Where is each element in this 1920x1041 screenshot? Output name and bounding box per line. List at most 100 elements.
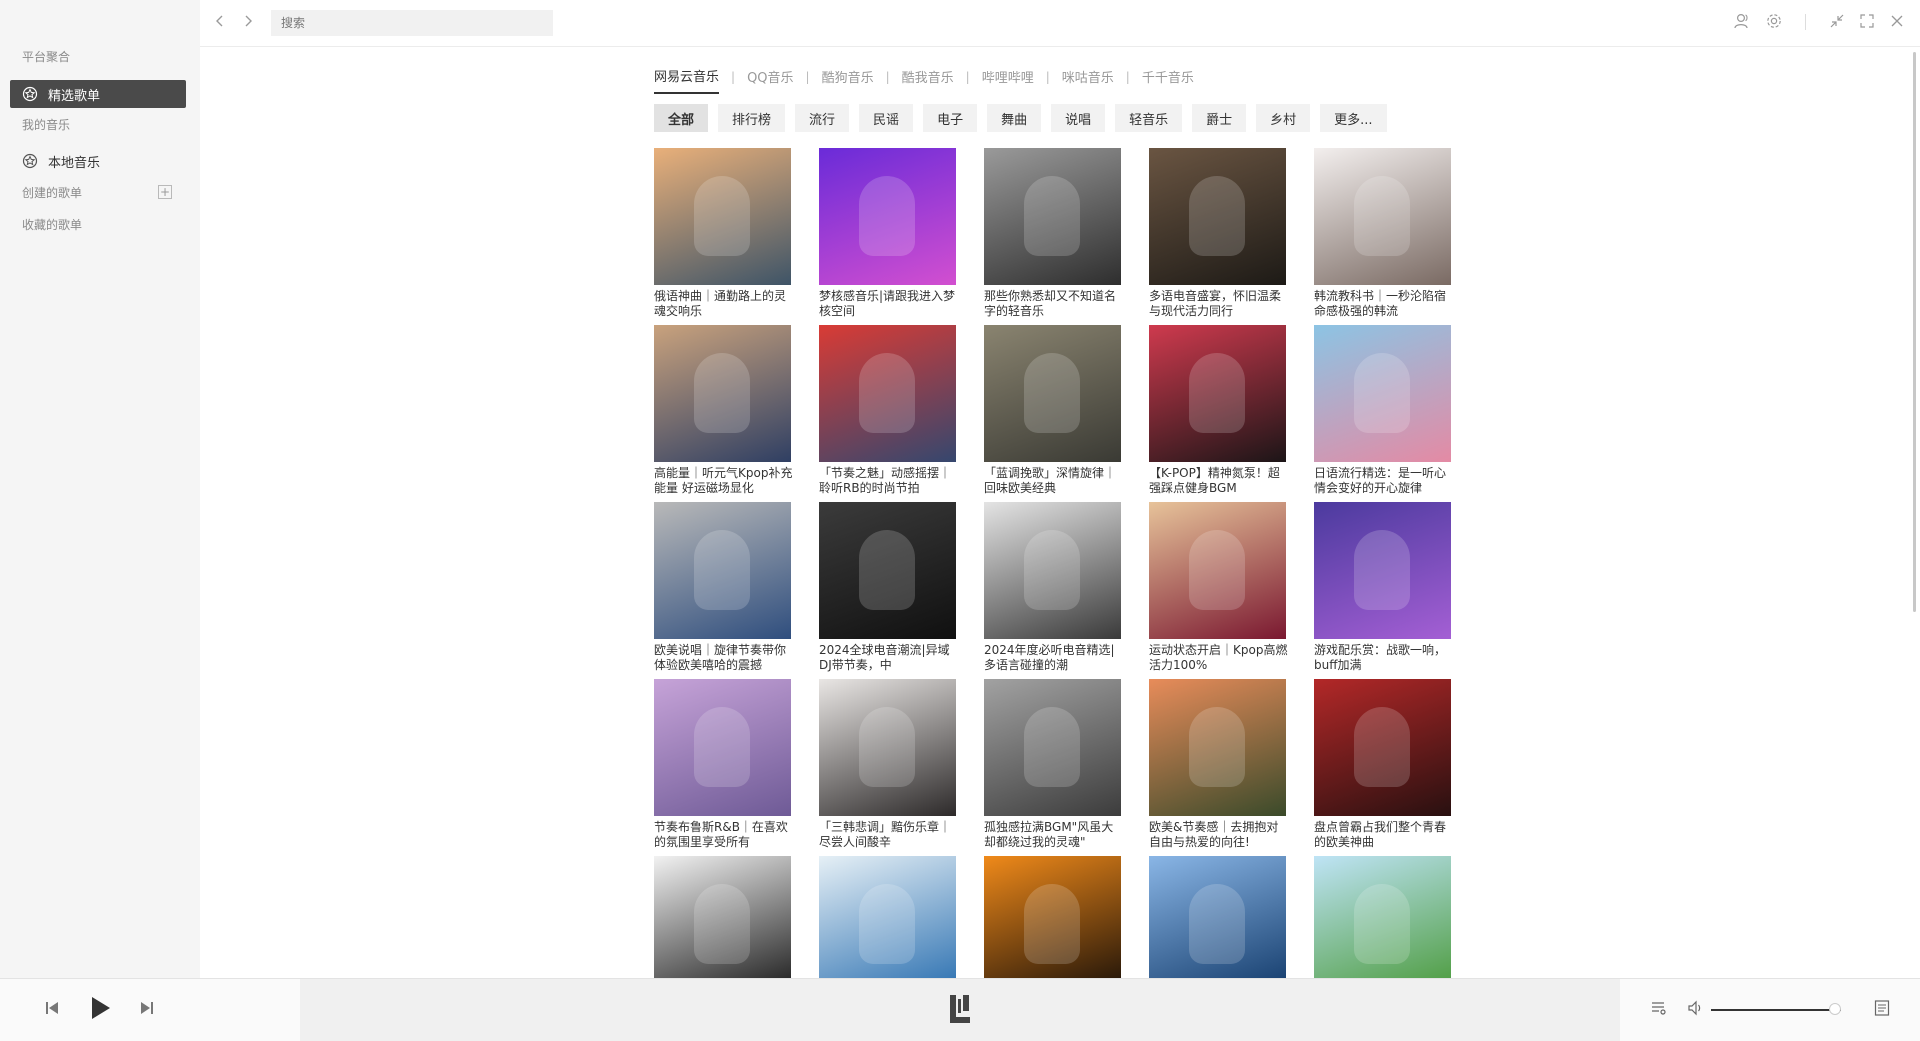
playlist-card[interactable]: 游戏配乐赏：战歌一响，buff加满	[1314, 502, 1451, 673]
playlist-card[interactable]: 高能量｜听元气Kpop补充能量 好运磁场显化	[654, 325, 794, 496]
playlist-card[interactable]: 「蓝调挽歌」深情旋律｜回味欧美经典	[984, 325, 1121, 496]
playlist-card[interactable]: 盘点曾霸占我们整个青春的欧美神曲	[1314, 679, 1451, 850]
playlist-cover[interactable]	[1314, 679, 1451, 816]
playlist-cover[interactable]	[984, 679, 1121, 816]
tab-platform-kuwo[interactable]: 酷我音乐	[902, 67, 954, 93]
playlist-cover[interactable]	[1149, 502, 1286, 639]
category-chip[interactable]: 说唱	[1051, 104, 1106, 132]
playlist-card[interactable]: 2024全球电音潮流|异域DJ带节奏，中	[819, 502, 956, 673]
playlist-card[interactable]: 【K-POP】精神氮泵！超强踩点健身BGM	[1149, 325, 1286, 496]
category-chip[interactable]: 全部	[654, 104, 709, 132]
playlist-cover[interactable]	[984, 325, 1121, 462]
playlist-title[interactable]: 「三韩悲调」黯伤乐章｜尽尝人间酸辛	[819, 820, 959, 850]
playlist-title[interactable]: 多语电音盛宴，怀旧温柔与现代活力同行	[1149, 289, 1289, 319]
playlist-title[interactable]: 俄语神曲｜通勤路上的灵魂交响乐	[654, 289, 794, 319]
playlist-card[interactable]: 「节奏之魅」动感摇摆｜聆听RB的时尚节拍	[819, 325, 956, 496]
playlist-title[interactable]: 「节奏之魅」动感摇摆｜聆听RB的时尚节拍	[819, 466, 959, 496]
tab-platform-kugou[interactable]: 酷狗音乐	[822, 67, 874, 93]
sidebar-item-local[interactable]: 本地音乐	[10, 147, 186, 175]
playlist-title[interactable]: 韩流教科书｜一秒沦陷宿命感极强的韩流	[1314, 289, 1454, 319]
playlist-cover[interactable]	[1149, 148, 1286, 285]
tab-platform-qq[interactable]: QQ音乐	[747, 67, 793, 93]
playlist-cover[interactable]	[819, 502, 956, 639]
forward-icon[interactable]	[240, 13, 256, 29]
back-icon[interactable]	[212, 13, 228, 29]
playlist-card[interactable]: 孤独感拉满BGM"风虽大却都绕过我的灵魂"	[984, 679, 1121, 850]
playlist-cover[interactable]	[819, 856, 956, 993]
playlist-title[interactable]: 运动状态开启｜Kpop高燃活力100%	[1149, 643, 1289, 673]
playlist-card[interactable]: 运动状态开启｜Kpop高燃活力100%	[1149, 502, 1289, 673]
playlist-cover[interactable]	[654, 856, 791, 993]
tab-platform-bilibili[interactable]: 哔哩哔哩	[982, 67, 1034, 93]
search-input[interactable]	[271, 10, 553, 36]
playlist-cover[interactable]	[984, 502, 1121, 639]
next-icon[interactable]	[138, 999, 156, 1017]
playlist-title[interactable]: 【K-POP】精神氮泵！超强踩点健身BGM	[1149, 466, 1289, 496]
playlist-cover[interactable]	[654, 148, 791, 285]
playlist-card[interactable]: 梦核感音乐|请跟我进入梦核空间	[819, 148, 956, 319]
volume-slider-handle[interactable]	[1828, 1003, 1841, 1015]
playlist-card[interactable]: 2024年度必听电音精选|多语言碰撞的潮	[984, 502, 1121, 673]
scrollbar[interactable]	[1913, 52, 1916, 612]
playlist-cover[interactable]	[1314, 325, 1451, 462]
category-chip[interactable]: 民谣	[859, 104, 914, 132]
playlist-card[interactable]: 欧美说唱｜旋律节奏带你体验欧美嘻哈的震撼	[654, 502, 791, 673]
playlist-cover[interactable]	[654, 502, 791, 639]
category-chip[interactable]: 爵士	[1192, 104, 1247, 132]
settings-icon[interactable]	[1765, 12, 1783, 30]
tab-platform-netease[interactable]: 网易云音乐	[654, 66, 720, 94]
playlist-title[interactable]: 欧美&节奏感｜去拥抱对自由与热爱的向往!	[1149, 820, 1289, 850]
playlist-title[interactable]: 盘点曾霸占我们整个青春的欧美神曲	[1314, 820, 1454, 850]
playlist-title[interactable]: 游戏配乐赏：战歌一响，buff加满	[1314, 643, 1454, 673]
category-chip[interactable]: 乡村	[1256, 104, 1311, 132]
lyrics-icon[interactable]	[1873, 999, 1891, 1017]
playlist-title[interactable]: 节奏布鲁斯R&B｜在喜欢的氛围里享受所有	[654, 820, 794, 850]
prev-icon[interactable]	[43, 999, 61, 1017]
playlist-title[interactable]: 那些你熟悉却又不知道名字的轻音乐	[984, 289, 1124, 319]
tab-platform-migu[interactable]: 咪咕音乐	[1062, 67, 1114, 93]
category-chip[interactable]: 舞曲	[987, 104, 1042, 132]
volume-slider[interactable]	[1711, 1009, 1841, 1011]
playlist-card[interactable]: 多语电音盛宴，怀旧温柔与现代活力同行	[1149, 148, 1286, 319]
playlist-title[interactable]: 欧美说唱｜旋律节奏带你体验欧美嘻哈的震撼	[654, 643, 794, 673]
playlist-cover[interactable]	[1314, 148, 1451, 285]
playlist-icon[interactable]	[1650, 999, 1668, 1017]
playlist-title[interactable]: 2024全球电音潮流|异域DJ带节奏，中	[819, 643, 959, 673]
playlist-cover[interactable]	[819, 679, 956, 816]
sidebar-item-featured[interactable]: 精选歌单	[10, 80, 186, 108]
playlist-title[interactable]: 日语流行精选：是一听心情会变好的开心旋律	[1314, 466, 1454, 496]
playlist-title[interactable]: 2024年度必听电音精选|多语言碰撞的潮	[984, 643, 1124, 673]
user-icon[interactable]	[1733, 12, 1751, 30]
playlist-cover[interactable]	[1149, 856, 1286, 993]
volume-icon[interactable]	[1687, 999, 1705, 1017]
close-icon[interactable]	[1888, 12, 1906, 30]
playlist-card[interactable]: 「三韩悲调」黯伤乐章｜尽尝人间酸辛	[819, 679, 956, 850]
playlist-cover[interactable]	[654, 679, 791, 816]
playlist-cover[interactable]	[1149, 679, 1286, 816]
more-categories-button[interactable]: 更多...	[1320, 104, 1387, 132]
playlist-card[interactable]: 欧美&节奏感｜去拥抱对自由与热爱的向往!	[1149, 679, 1286, 850]
tab-platform-qianqian[interactable]: 千千音乐	[1142, 67, 1194, 93]
playlist-cover[interactable]	[654, 325, 791, 462]
play-icon[interactable]	[88, 995, 112, 1021]
playlist-card[interactable]: 韩流教科书｜一秒沦陷宿命感极强的韩流	[1314, 148, 1451, 319]
playlist-card[interactable]: 节奏布鲁斯R&B｜在喜欢的氛围里享受所有	[654, 679, 791, 850]
category-chip[interactable]: 流行	[795, 104, 850, 132]
playlist-cover[interactable]	[819, 148, 956, 285]
playlist-cover[interactable]	[1314, 856, 1451, 993]
playlist-card[interactable]: 那些你熟悉却又不知道名字的轻音乐	[984, 148, 1121, 319]
fullscreen-icon[interactable]	[1858, 12, 1876, 30]
category-chip[interactable]: 排行榜	[718, 104, 786, 132]
playlist-cover[interactable]	[1149, 325, 1286, 462]
playlist-card[interactable]: 俄语神曲｜通勤路上的灵魂交响乐	[654, 148, 791, 319]
add-playlist-icon[interactable]: +	[158, 185, 172, 199]
playlist-title[interactable]: 梦核感音乐|请跟我进入梦核空间	[819, 289, 959, 319]
playlist-cover[interactable]	[984, 148, 1121, 285]
category-chip[interactable]: 轻音乐	[1115, 104, 1183, 132]
playlist-title[interactable]: 「蓝调挽歌」深情旋律｜回味欧美经典	[984, 466, 1124, 496]
category-chip[interactable]: 电子	[923, 104, 978, 132]
playlist-title[interactable]: 孤独感拉满BGM"风虽大却都绕过我的灵魂"	[984, 820, 1124, 850]
playlist-title[interactable]: 高能量｜听元气Kpop补充能量 好运磁场显化	[654, 466, 794, 496]
playlist-cover[interactable]	[819, 325, 956, 462]
minimize-icon[interactable]	[1828, 12, 1846, 30]
